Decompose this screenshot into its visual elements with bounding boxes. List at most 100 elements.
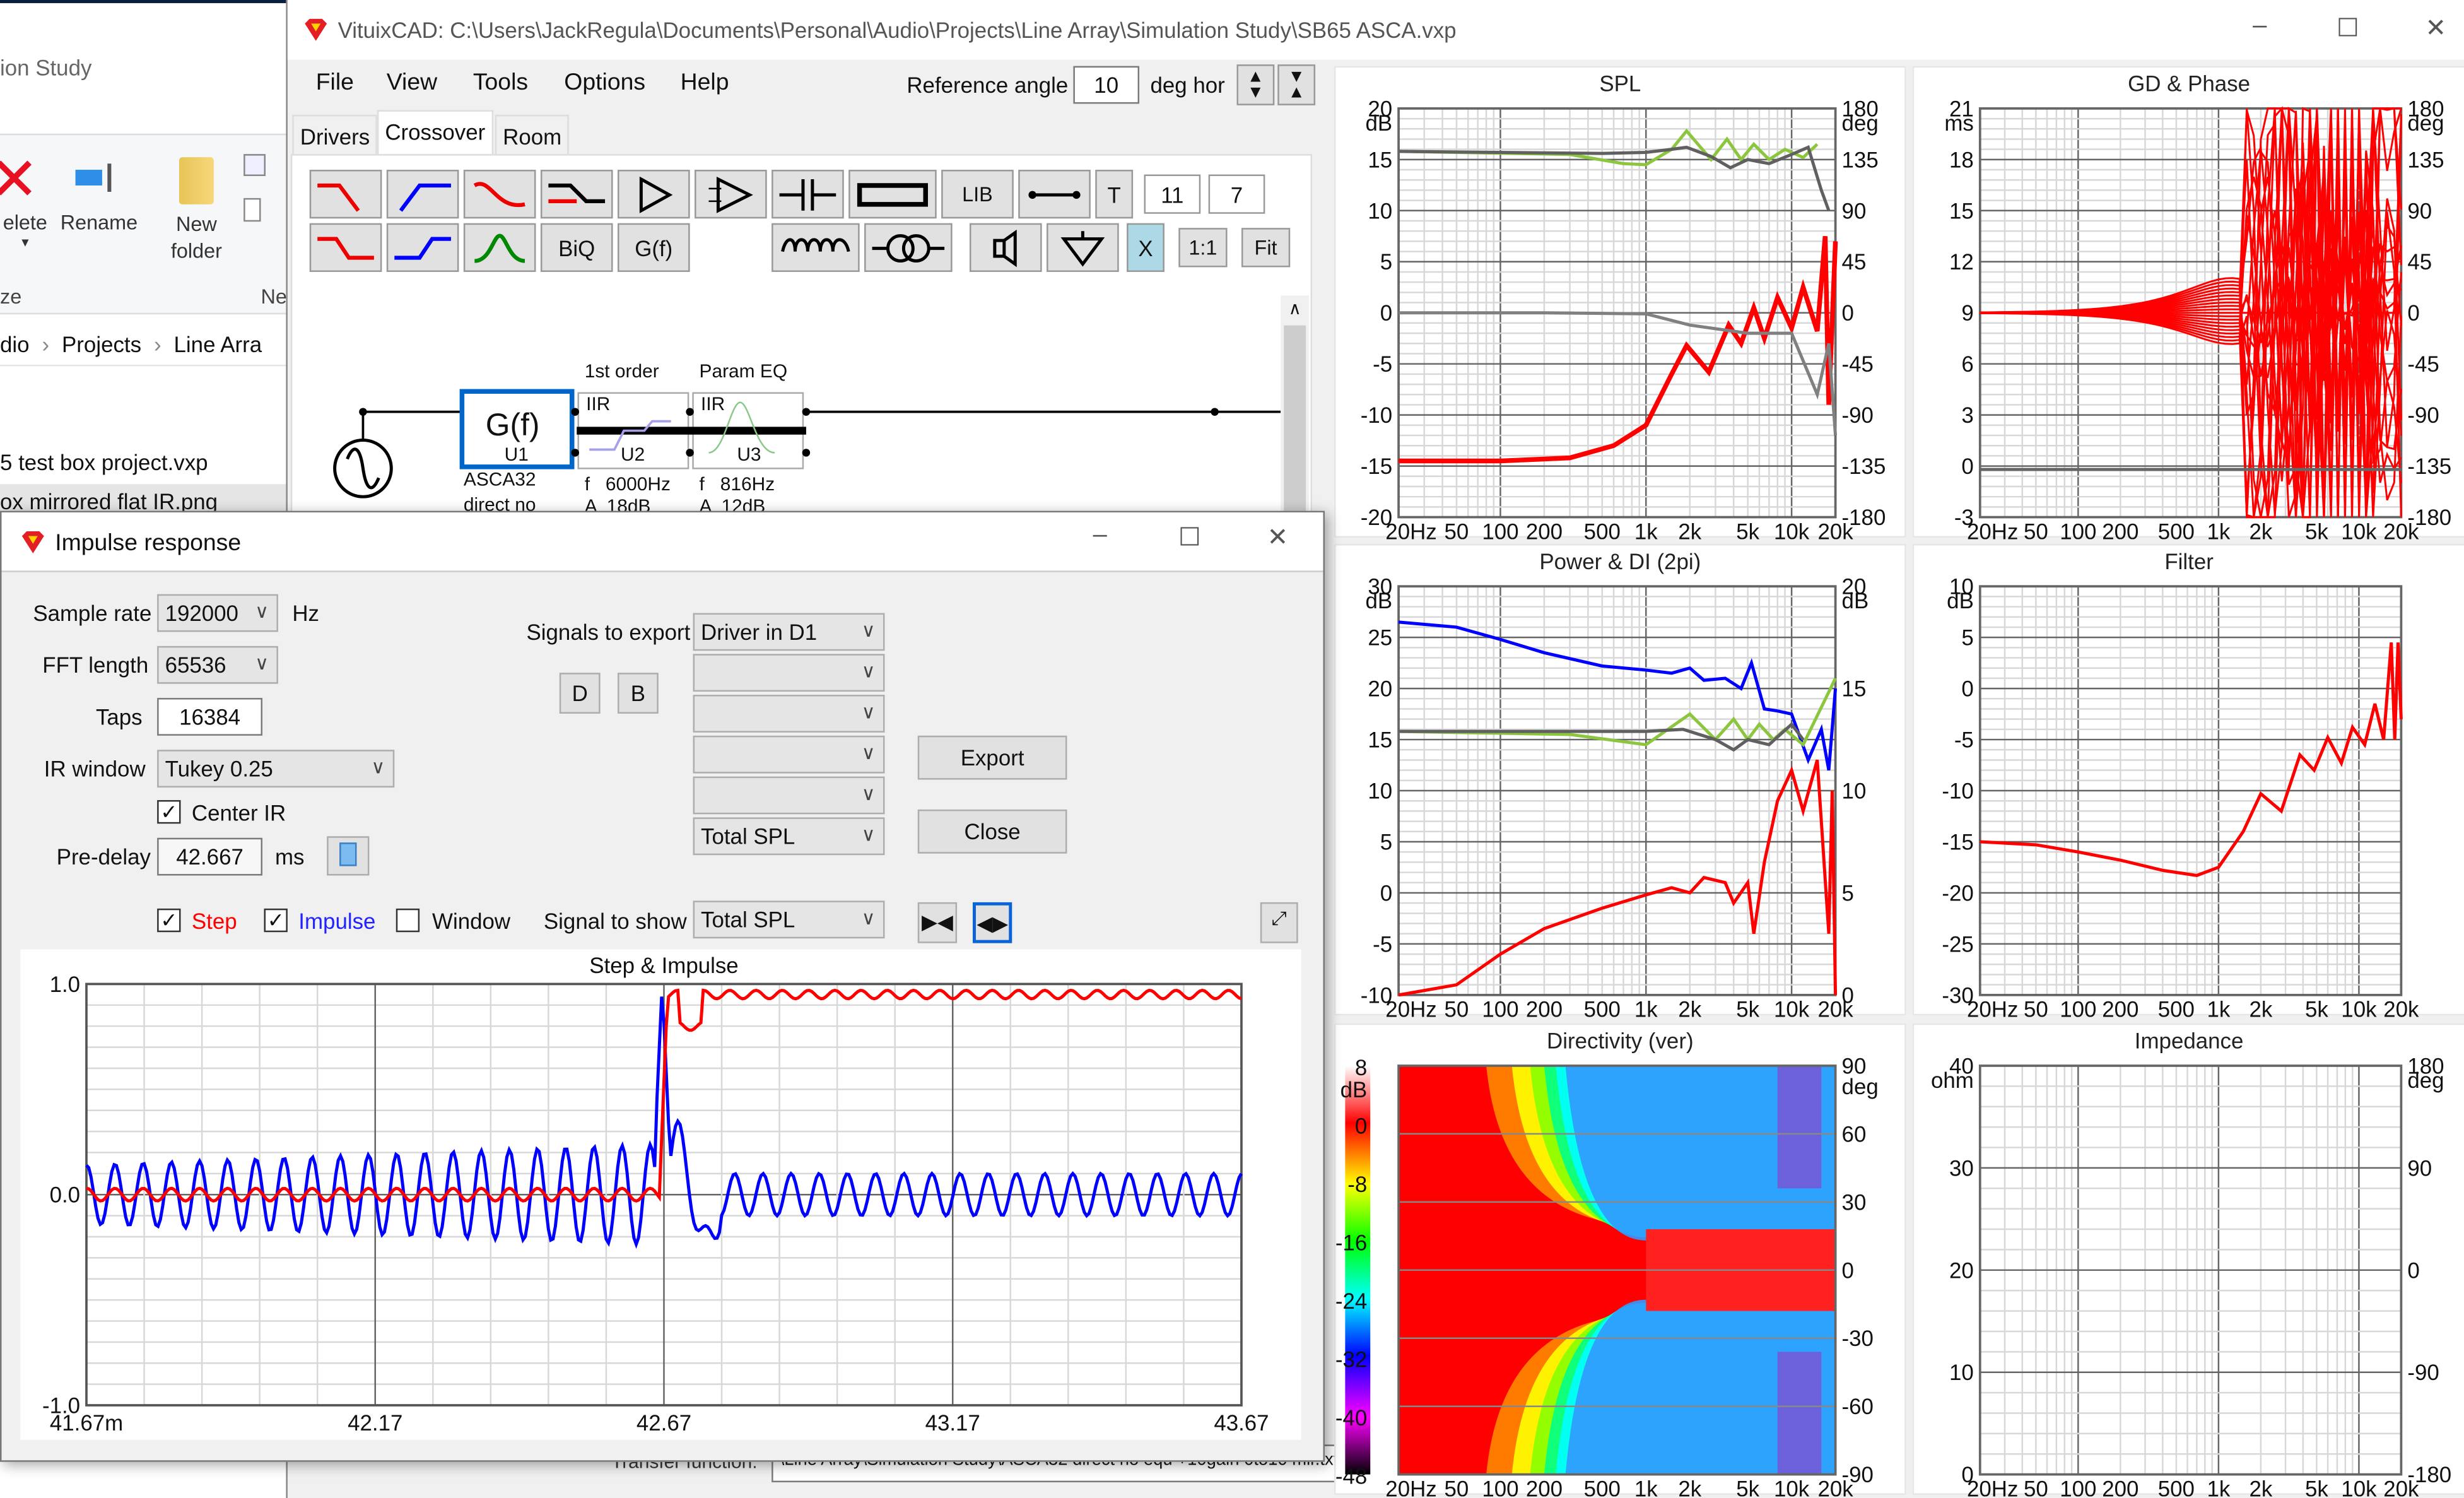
reference-angle-input[interactable]: 10 [1073, 66, 1140, 104]
ribbon-group-label: Ne [261, 284, 287, 309]
export-signal-select-2[interactable]: ∨ [693, 654, 885, 692]
zoom-out-time-button[interactable]: ◀▶ [972, 902, 1012, 943]
new-folder-button[interactable]: New folder [165, 151, 228, 264]
minimize-button[interactable]: – [2236, 13, 2284, 41]
y-tick-label: 0 [1961, 677, 1973, 702]
x-tick-label: 43.17 [925, 1411, 980, 1436]
copy-delay-button[interactable] [327, 836, 370, 876]
breadcrumb-item[interactable]: Line Arra [174, 332, 262, 357]
d-button[interactable]: D [559, 673, 601, 714]
grid-y-input[interactable]: 7 [1208, 174, 1265, 214]
zoom-1to1-button[interactable]: 1:1 [1178, 228, 1228, 268]
capacitor-tool-button[interactable] [771, 170, 844, 219]
inductor-tool-button[interactable] [771, 223, 860, 272]
new-item-icon[interactable] [243, 198, 261, 222]
close-button[interactable]: ✕ [2412, 13, 2460, 44]
allpass-tool-button[interactable] [463, 170, 536, 219]
power-di-chart[interactable]: 302520151050-5-10dB20151050dB20Hz 50 100 20… [1335, 545, 1908, 1017]
updown-arrows-icon: ▲ ▼ [1247, 68, 1264, 102]
impedance-chart[interactable]: 403020100ohm180900-90-180deg20Hz 50 100 200… [1914, 1025, 2464, 1496]
signal-to-show-value: Total SPL [701, 907, 795, 933]
scrollbar-thumb[interactable] [1284, 325, 1306, 514]
export-button[interactable]: Export [917, 735, 1067, 780]
breadcrumb-item[interactable]: Projects [62, 332, 141, 357]
x-tick-label: 2k [2249, 998, 2272, 1017]
library-button[interactable]: LIB [941, 170, 1014, 219]
impulse-checkbox[interactable]: ✓ [264, 908, 288, 933]
biquad-tool-button[interactable]: BiQ [540, 223, 613, 272]
close-dialog-button[interactable]: Close [917, 809, 1067, 854]
tab-room[interactable]: Room [495, 114, 570, 155]
step-checkbox[interactable]: ✓ [157, 908, 181, 933]
dialog-close-button[interactable]: ✕ [1254, 522, 1301, 553]
buffer-tool-button[interactable] [618, 170, 690, 219]
copy-path-icon[interactable] [243, 154, 266, 177]
spl-chart[interactable]: 20151050-5-10-15-20dB18013590450-45-90-1… [1335, 68, 1908, 539]
delete-tool-button[interactable]: X [1127, 223, 1165, 272]
menu-help[interactable]: Help [681, 69, 729, 96]
fullscreen-button[interactable]: ⤢ [1260, 902, 1298, 943]
lowshelf-tool-button[interactable] [309, 223, 382, 272]
ground-tool-button[interactable] [1047, 223, 1119, 272]
angle-updown-button[interactable]: ▲ ▼ [1236, 64, 1275, 105]
menu-view[interactable]: View [387, 69, 437, 96]
menu-options[interactable]: Options [564, 69, 645, 96]
highshelf-tool-button[interactable] [386, 223, 459, 272]
taps-input[interactable]: 16384 [157, 698, 263, 736]
export-signal-select-3[interactable]: ∨ [693, 695, 885, 733]
fft-length-select[interactable]: 65536 ∨ [157, 646, 278, 684]
dialog-maximize-button[interactable]: ☐ [1166, 522, 1213, 553]
filter-chart[interactable]: 1050-5-10-15-20-25-30dB20Hz 50 100 200 500 1k… [1914, 545, 2464, 1017]
x-tick-label: 100 [1482, 519, 1518, 539]
window-checkbox[interactable] [396, 908, 420, 933]
rename-button[interactable]: I Rename [60, 151, 139, 234]
menu-file[interactable]: File [316, 69, 354, 96]
b-button[interactable]: B [618, 673, 659, 714]
file-item[interactable]: 5 test box project.vxp [0, 445, 291, 483]
y-tick-label: -15 [1361, 454, 1392, 479]
signal-to-show-select[interactable]: Total SPL ∨ [693, 900, 885, 939]
angle-swap-button[interactable]: ▼ ▲ [1277, 64, 1316, 105]
zoom-fit-button[interactable]: Fit [1241, 228, 1291, 268]
text-tool-button[interactable]: T [1095, 170, 1134, 219]
pre-delay-input[interactable]: 42.667 [157, 837, 263, 876]
wire-tool-button[interactable] [1018, 170, 1091, 219]
explorer-title: ion Study [0, 55, 92, 81]
export-signal-select-6[interactable]: Total SPL ∨ [693, 817, 885, 856]
directivity-chart[interactable]: 80-8-16-24-32-40-48dB9060300-30-60-90deg… [1335, 1025, 1908, 1496]
transformer-tool-button[interactable] [864, 223, 953, 272]
y-tick-label: -10 [1942, 779, 1973, 803]
tab-drivers[interactable]: Drivers [292, 114, 378, 155]
transfer-function-tool-button[interactable]: G(f) [618, 223, 690, 272]
center-ir-checkbox[interactable]: ✓ [157, 799, 181, 824]
menu-tools[interactable]: Tools [473, 69, 528, 96]
maximize-button[interactable]: ☐ [2324, 13, 2371, 44]
breadcrumb[interactable]: dio › Projects › Line Arra [0, 322, 291, 367]
schematic-canvas[interactable]: G(f) U1 ASCA32 direct no 1st order IIR U… [306, 295, 1281, 531]
schematic-scrollbar[interactable]: ∧ [1281, 295, 1310, 531]
chevron-down-icon: ∨ [861, 823, 876, 846]
dialog-minimize-button[interactable]: – [1076, 522, 1123, 550]
grid-x-input[interactable]: 11 [1144, 174, 1201, 214]
lowpass-tool-button[interactable] [309, 170, 382, 219]
shelf-tool-button[interactable] [540, 170, 613, 219]
tab-crossover[interactable]: Crossover [377, 110, 493, 155]
step-impulse-chart[interactable]: Step & Impulse1.00.0-1.041.67m 42.17 42.67… [20, 950, 1301, 1440]
highpass-tool-button[interactable] [386, 170, 459, 219]
scroll-up-icon[interactable]: ∧ [1281, 298, 1309, 319]
resistor-tool-button[interactable] [848, 170, 937, 219]
zoom-in-time-button[interactable]: ▶◀ [917, 902, 958, 943]
export-signal-select-5[interactable]: ∨ [693, 776, 885, 815]
breadcrumb-item[interactable]: dio [0, 332, 30, 357]
ir-window-select[interactable]: Tukey 0.25 ∨ [157, 750, 395, 788]
directivity-chart-panel: Directivity (ver) 8 0 -8 -16 -24 -32 -40 -48 dB 9… [1334, 1023, 1908, 1497]
export-signal-select-1[interactable]: Driver in D1 ∨ [693, 613, 885, 651]
peaking-tool-button[interactable] [463, 223, 536, 272]
opamp-tool-button[interactable] [695, 170, 767, 219]
sample-rate-select[interactable]: 192000 ∨ [157, 594, 278, 632]
export-signal-select-4[interactable]: ∨ [693, 735, 885, 774]
delete-button[interactable]: ✕ elete ▾ [0, 151, 50, 251]
speaker-tool-button[interactable] [970, 223, 1042, 272]
gd-phase-chart[interactable]: 211815129630-3ms18013590450-45-90-135-18… [1914, 68, 2464, 539]
rename-icon: I [60, 151, 139, 211]
